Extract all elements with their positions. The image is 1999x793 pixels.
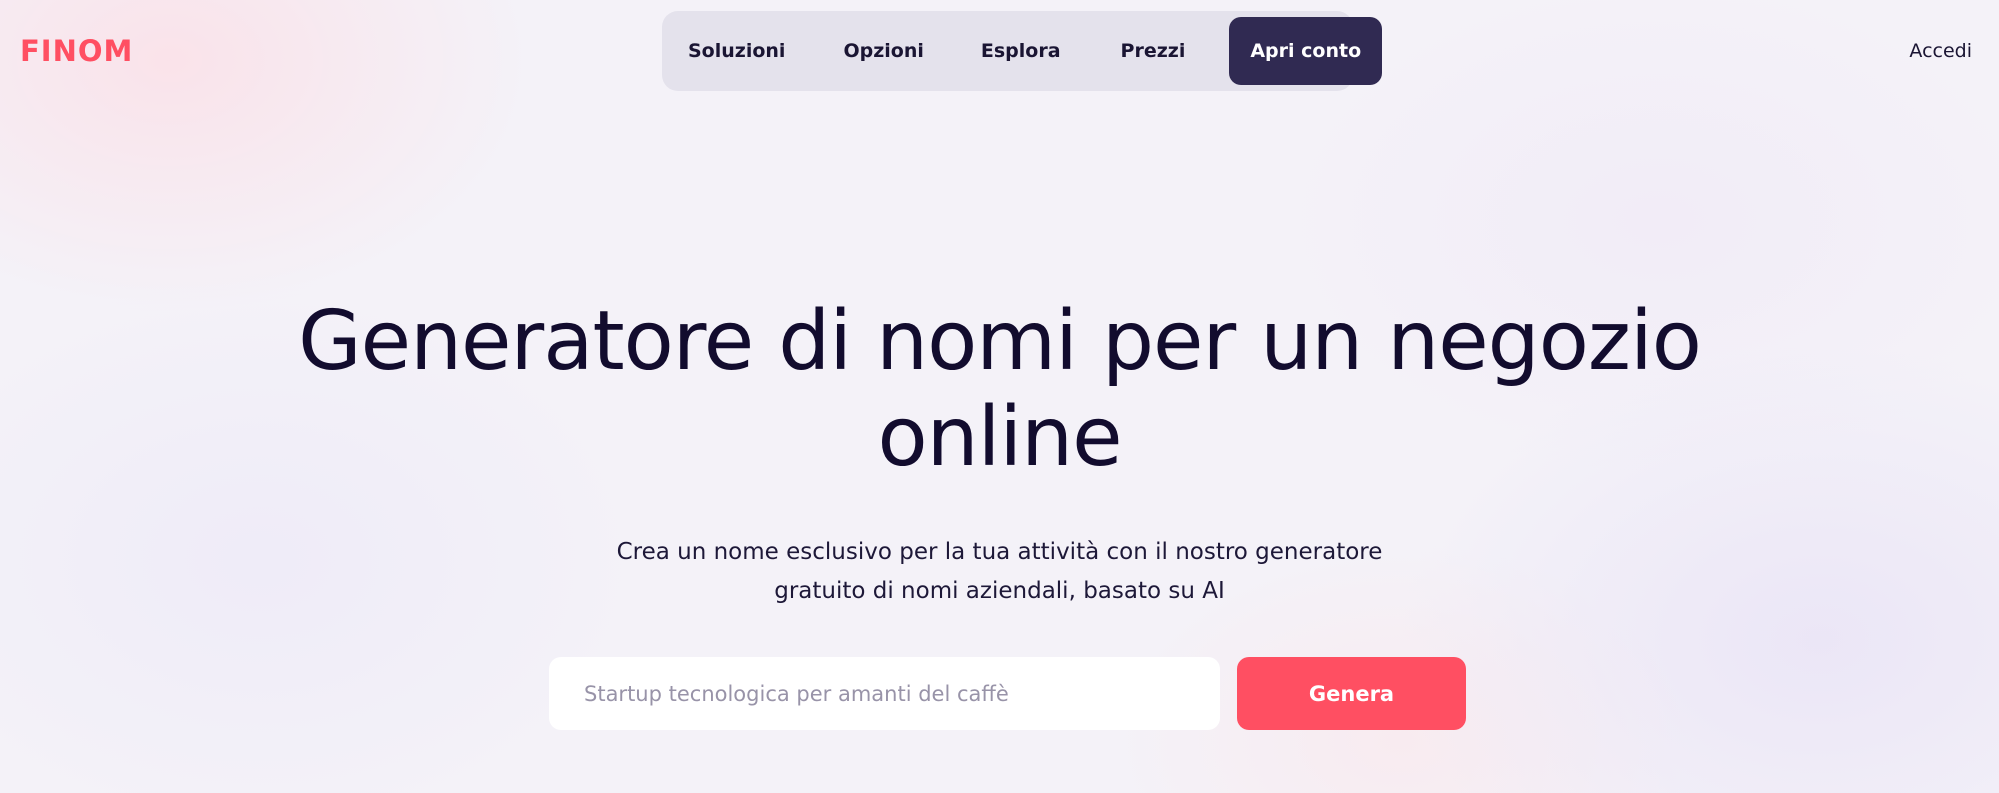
finom-logo[interactable]: FINOM: [20, 33, 133, 69]
nav-item-soluzioni[interactable]: Soluzioni: [688, 40, 785, 62]
page-subtitle: Crea un nome esclusivo per la tua attivi…: [0, 533, 1999, 611]
nav-item-opzioni[interactable]: Opzioni: [843, 40, 923, 62]
nav-item-esplora[interactable]: Esplora: [981, 40, 1061, 62]
generate-button[interactable]: Genera: [1237, 657, 1466, 730]
main-navigation: Soluzioni Opzioni Esplora Prezzi Apri co…: [662, 11, 1383, 91]
page-subtitle-line: gratuito di nomi aziendali, basato su AI: [774, 578, 1225, 604]
page-title-line: online: [877, 390, 1122, 485]
page-title: Generatore di nomi per un negozio online: [0, 294, 1999, 486]
nav-item-prezzi[interactable]: Prezzi: [1121, 40, 1186, 62]
page-subtitle-line: Crea un nome esclusivo per la tua attivi…: [616, 539, 1383, 565]
open-account-button[interactable]: Apri conto: [1229, 17, 1383, 85]
page-title-line: Generatore di nomi per un negozio: [298, 294, 1702, 389]
business-description-input[interactable]: [549, 657, 1220, 730]
login-link[interactable]: Accedi: [1909, 37, 1972, 65]
